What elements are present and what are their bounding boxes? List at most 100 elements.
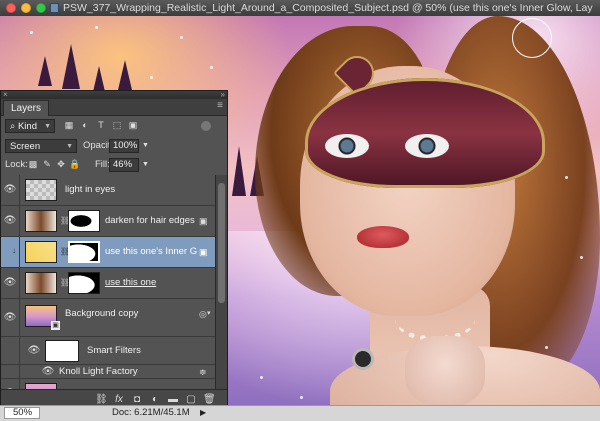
snowflake <box>210 66 213 69</box>
visibility-eye-icon[interactable]: 👁 <box>41 365 55 378</box>
left-eye <box>325 134 369 158</box>
adjustment-layer-filter-icon[interactable]: ◐ <box>79 119 91 131</box>
layer-thumbnail <box>25 241 57 263</box>
filter-kind-label: Kind <box>17 121 37 132</box>
layer-row[interactable]: 👁 Background 🔒 <box>1 379 215 389</box>
filter-options-icon[interactable]: ≑ <box>199 367 209 377</box>
layer-row-smart-filters[interactable]: 👁 Smart Filters <box>1 337 215 365</box>
fill-value: 46% <box>113 159 133 170</box>
layer-thumbnail <box>25 210 57 232</box>
collapse-panel-icon[interactable]: » <box>221 91 225 99</box>
panel-header[interactable]: × » <box>1 91 227 99</box>
visibility-eye-icon[interactable]: 👁 <box>1 175 20 205</box>
lock-position-icon[interactable]: ✥ <box>55 158 67 170</box>
link-icon[interactable]: ⛓ <box>60 247 70 257</box>
status-menu-arrow-icon[interactable]: ▶ <box>200 406 206 420</box>
zoom-window-button[interactable] <box>36 3 46 13</box>
search-icon: ⌕ <box>10 121 18 132</box>
chevron-down-icon: ▼ <box>44 123 51 130</box>
layer-row[interactable]: 👁 ⛓ use this one <box>1 268 215 299</box>
chevron-down-icon[interactable]: ▼ <box>142 139 149 153</box>
chevron-down-icon[interactable]: ▾ <box>207 309 215 319</box>
visibility-eye-icon[interactable] <box>1 337 20 364</box>
tree-silhouette <box>62 44 80 89</box>
close-window-button[interactable] <box>6 3 16 13</box>
filter-mask-thumbnail[interactable] <box>45 340 79 362</box>
link-icon[interactable]: ⛓ <box>60 278 70 288</box>
visibility-eye-icon[interactable]: 👁 <box>1 299 20 336</box>
scrollbar-thumb[interactable] <box>218 183 225 303</box>
status-bar: 50% Doc: 6.21M/45.1M ▶ <box>0 405 600 421</box>
tree-silhouette <box>38 56 52 86</box>
pixel-layer-filter-icon[interactable]: ▦ <box>63 119 75 131</box>
tab-layers[interactable]: Layers <box>3 100 50 116</box>
smart-object-filter-icon[interactable]: ▣ <box>127 119 139 131</box>
lock-label: Lock: <box>5 159 28 170</box>
blend-mode-dropdown[interactable]: Screen ▼ <box>5 139 77 153</box>
window-title: PSW_377_Wrapping_Realistic_Light_Around_… <box>63 2 593 14</box>
layer-row-filter[interactable]: 👁 Knoll Light Factory ≑ <box>1 365 215 379</box>
filter-row: ⌕ Kind ▼ ▦ ◐ T ⬚ ▣ <box>1 116 227 136</box>
layer-mask-thumbnail[interactable] <box>68 241 100 263</box>
fill-field[interactable]: 46% <box>109 158 139 172</box>
lock-row: Lock: ▩ ✎ ✥ 🔒 Fill: 46% ▼ <box>1 155 227 175</box>
layer-row-selected[interactable]: ↓ ⛓ use this one's Inner G... ▣ <box>1 237 215 268</box>
layer-row[interactable]: 👁 ▣ Background copy ◎ ▾ <box>1 299 215 337</box>
snowflake <box>545 346 548 349</box>
layer-name: Knoll Light Factory <box>59 366 138 377</box>
snowflake <box>150 76 153 79</box>
panel-menu-icon[interactable]: ≡ <box>217 100 223 111</box>
layer-list-scrollbar[interactable] <box>215 175 227 389</box>
opacity-field[interactable]: 100% <box>109 139 139 153</box>
chevron-down-icon: ▼ <box>66 143 73 150</box>
snowflake <box>565 176 568 179</box>
tree-silhouette <box>118 60 132 90</box>
layer-name: Background <box>65 379 185 389</box>
snowflake <box>260 376 263 379</box>
layer-name: light in eyes <box>65 184 116 195</box>
lock-transparency-icon[interactable]: ▩ <box>27 158 39 170</box>
chevron-down-icon[interactable]: ▼ <box>142 158 149 172</box>
layer-thumbnail <box>25 179 57 201</box>
blend-row: Screen ▼ Opacity: 100% ▼ <box>1 136 227 156</box>
zoom-value: 50% <box>13 407 33 418</box>
snowflake <box>30 31 33 34</box>
layer-mask-thumbnail[interactable] <box>68 272 100 294</box>
layer-mask-thumbnail[interactable] <box>68 210 100 232</box>
layers-panel: × » Layers ≡ ⌕ Kind ▼ ▦ ◐ T ⬚ ▣ Screen ▼… <box>0 90 228 410</box>
hand <box>405 336 485 405</box>
link-icon[interactable]: ⛓ <box>60 216 70 226</box>
tree-silhouette <box>232 146 246 196</box>
filter-toggle-icon[interactable] <box>201 121 211 131</box>
snowflake <box>95 26 98 29</box>
lips <box>357 226 409 248</box>
close-panel-icon[interactable]: × <box>3 91 8 99</box>
lock-all-icon[interactable]: 🔒 <box>69 158 81 170</box>
visibility-eye-icon[interactable]: 👁 <box>1 379 20 389</box>
type-layer-filter-icon[interactable]: T <box>95 119 107 131</box>
smart-object-icon: ▣ <box>199 216 208 226</box>
layer-name: Background copy <box>65 308 139 319</box>
shape-layer-filter-icon[interactable]: ⬚ <box>111 119 123 131</box>
minimize-window-button[interactable] <box>21 3 31 13</box>
layer-row[interactable]: 👁 light in eyes <box>1 175 215 206</box>
snowflake <box>300 396 303 399</box>
filter-kind-dropdown[interactable]: ⌕ Kind ▼ <box>5 119 55 133</box>
visibility-eye-icon[interactable]: 👁 <box>27 337 41 364</box>
visibility-eye-icon[interactable]: 👁 <box>1 268 20 298</box>
layer-list: 👁 light in eyes 👁 ⛓ darken for hair edge… <box>1 175 215 389</box>
smart-object-badge-icon: ▣ <box>51 321 60 330</box>
layer-thumbnail <box>25 272 57 294</box>
visibility-eye-icon[interactable] <box>1 365 20 378</box>
layer-row[interactable]: 👁 ⛓ darken for hair edges - use ... ▣ <box>1 206 215 237</box>
fill-label: Fill: <box>95 159 110 170</box>
snowflake <box>580 256 583 259</box>
zoom-field[interactable]: 50% <box>4 407 40 419</box>
panel-tab-bar: Layers ≡ <box>1 99 227 116</box>
opacity-value: 100% <box>113 140 138 151</box>
lock-pixels-icon[interactable]: ✎ <box>41 158 53 170</box>
layer-name: use this one <box>105 277 157 288</box>
layer-name: Smart Filters <box>87 345 141 356</box>
visibility-eye-icon[interactable]: 👁 <box>1 206 20 236</box>
layer-name: darken for hair edges - use ... <box>105 215 197 226</box>
